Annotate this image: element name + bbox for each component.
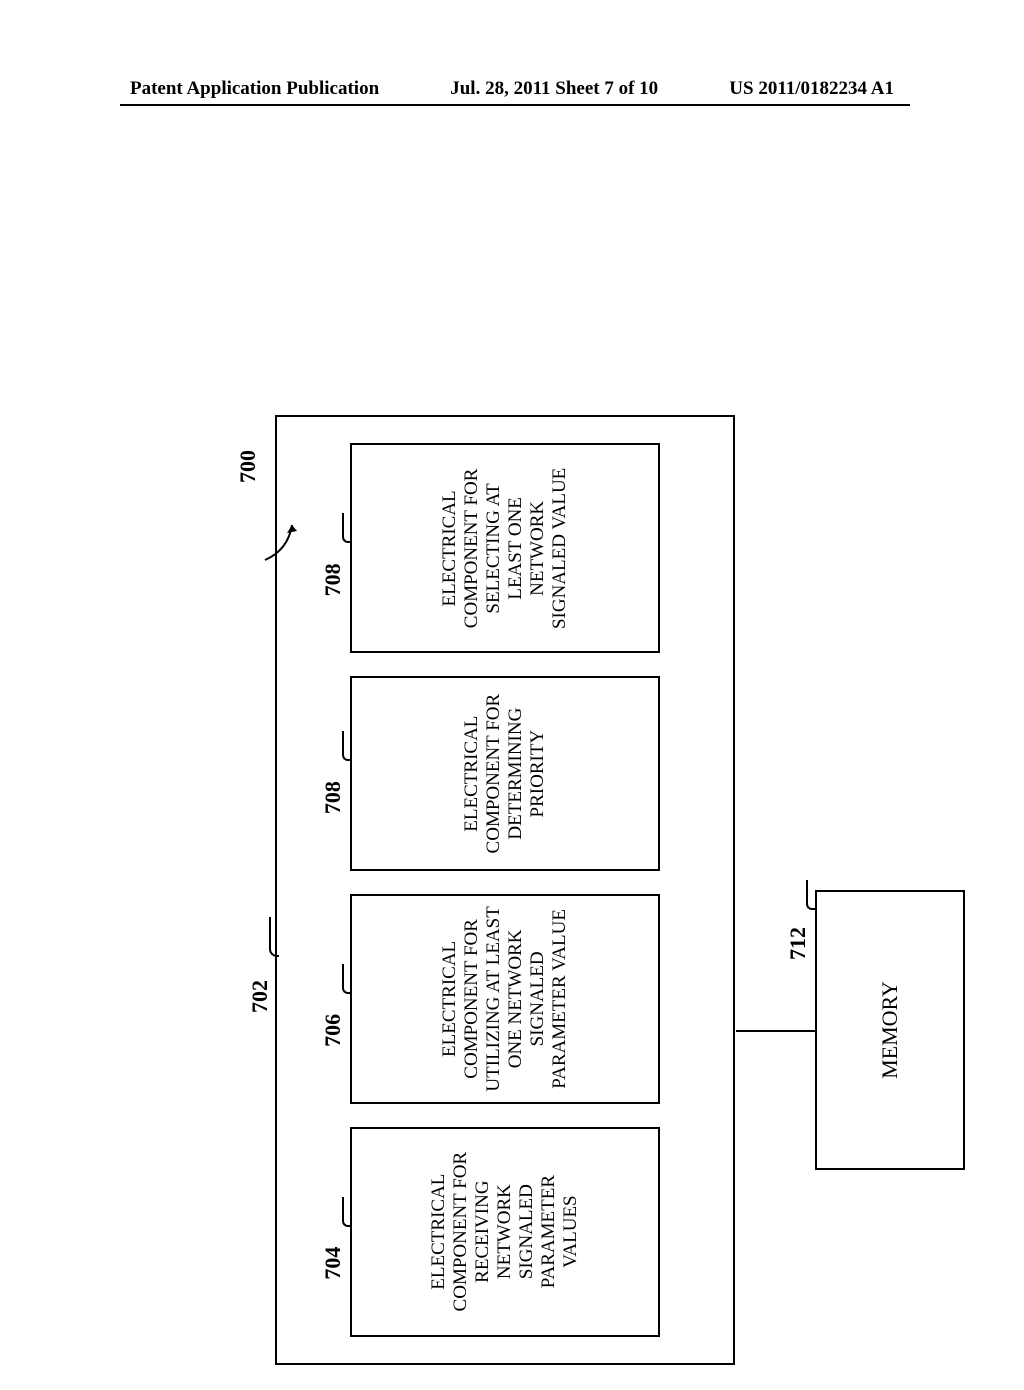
ref-label-700: 700: [235, 450, 261, 483]
component-708a: 708 ELECTRICAL COMPONENT FOR DETERMINING…: [350, 676, 660, 871]
system-outer-box: 702 704 ELECTRICAL COMPONENT FOR RECEIVI…: [275, 415, 735, 1365]
component-704-text: ELECTRICAL COMPONENT FOR RECEIVING NETWO…: [428, 1139, 582, 1325]
component-706: 706 ELECTRICAL COMPONENT FOR UTILIZING A…: [350, 894, 660, 1104]
header-rule: [120, 104, 910, 106]
ref-label-712: 712: [785, 927, 811, 960]
leader-line: [342, 1197, 352, 1227]
component-708b-text: ELECTRICAL COMPONENT FOR SELECTING AT LE…: [439, 455, 571, 641]
leader-line: [342, 964, 352, 994]
figure-area: 700 702 704 ELECTRICAL COMPONENT FOR REC…: [130, 160, 880, 1210]
memory-text: MEMORY: [877, 981, 903, 1079]
leader-line: [342, 731, 352, 761]
component-708b: 708 ELECTRICAL COMPONENT FOR SELECTING A…: [350, 443, 660, 653]
ref-label-704: 704: [320, 1247, 346, 1280]
ref-label-706: 706: [320, 1014, 346, 1047]
figure-label: FIG. 7: [1015, 819, 1024, 930]
component-704: 704 ELECTRICAL COMPONENT FOR RECEIVING N…: [350, 1127, 660, 1337]
components-row: 704 ELECTRICAL COMPONENT FOR RECEIVING N…: [277, 417, 733, 1363]
ref-label-702: 702: [247, 980, 273, 1013]
component-708a-text: ELECTRICAL COMPONENT FOR DETERMINING PRI…: [461, 688, 549, 859]
component-706-text: ELECTRICAL COMPONENT FOR UTILIZING AT LE…: [439, 906, 571, 1092]
memory-box: MEMORY: [815, 890, 965, 1170]
connector-line: [736, 1030, 815, 1032]
page-header: Patent Application Publication Jul. 28, …: [0, 78, 1024, 100]
ref-label-708b: 708: [320, 563, 346, 596]
rotated-diagram: 700 702 704 ELECTRICAL COMPONENT FOR REC…: [275, 390, 735, 1390]
leader-line: [342, 513, 352, 543]
leader-line: [269, 917, 279, 957]
header-left: Patent Application Publication: [130, 78, 379, 100]
header-right: US 2011/0182234 A1: [729, 78, 894, 100]
header-center: Jul. 28, 2011 Sheet 7 of 10: [450, 78, 658, 100]
ref-label-708a: 708: [320, 781, 346, 814]
